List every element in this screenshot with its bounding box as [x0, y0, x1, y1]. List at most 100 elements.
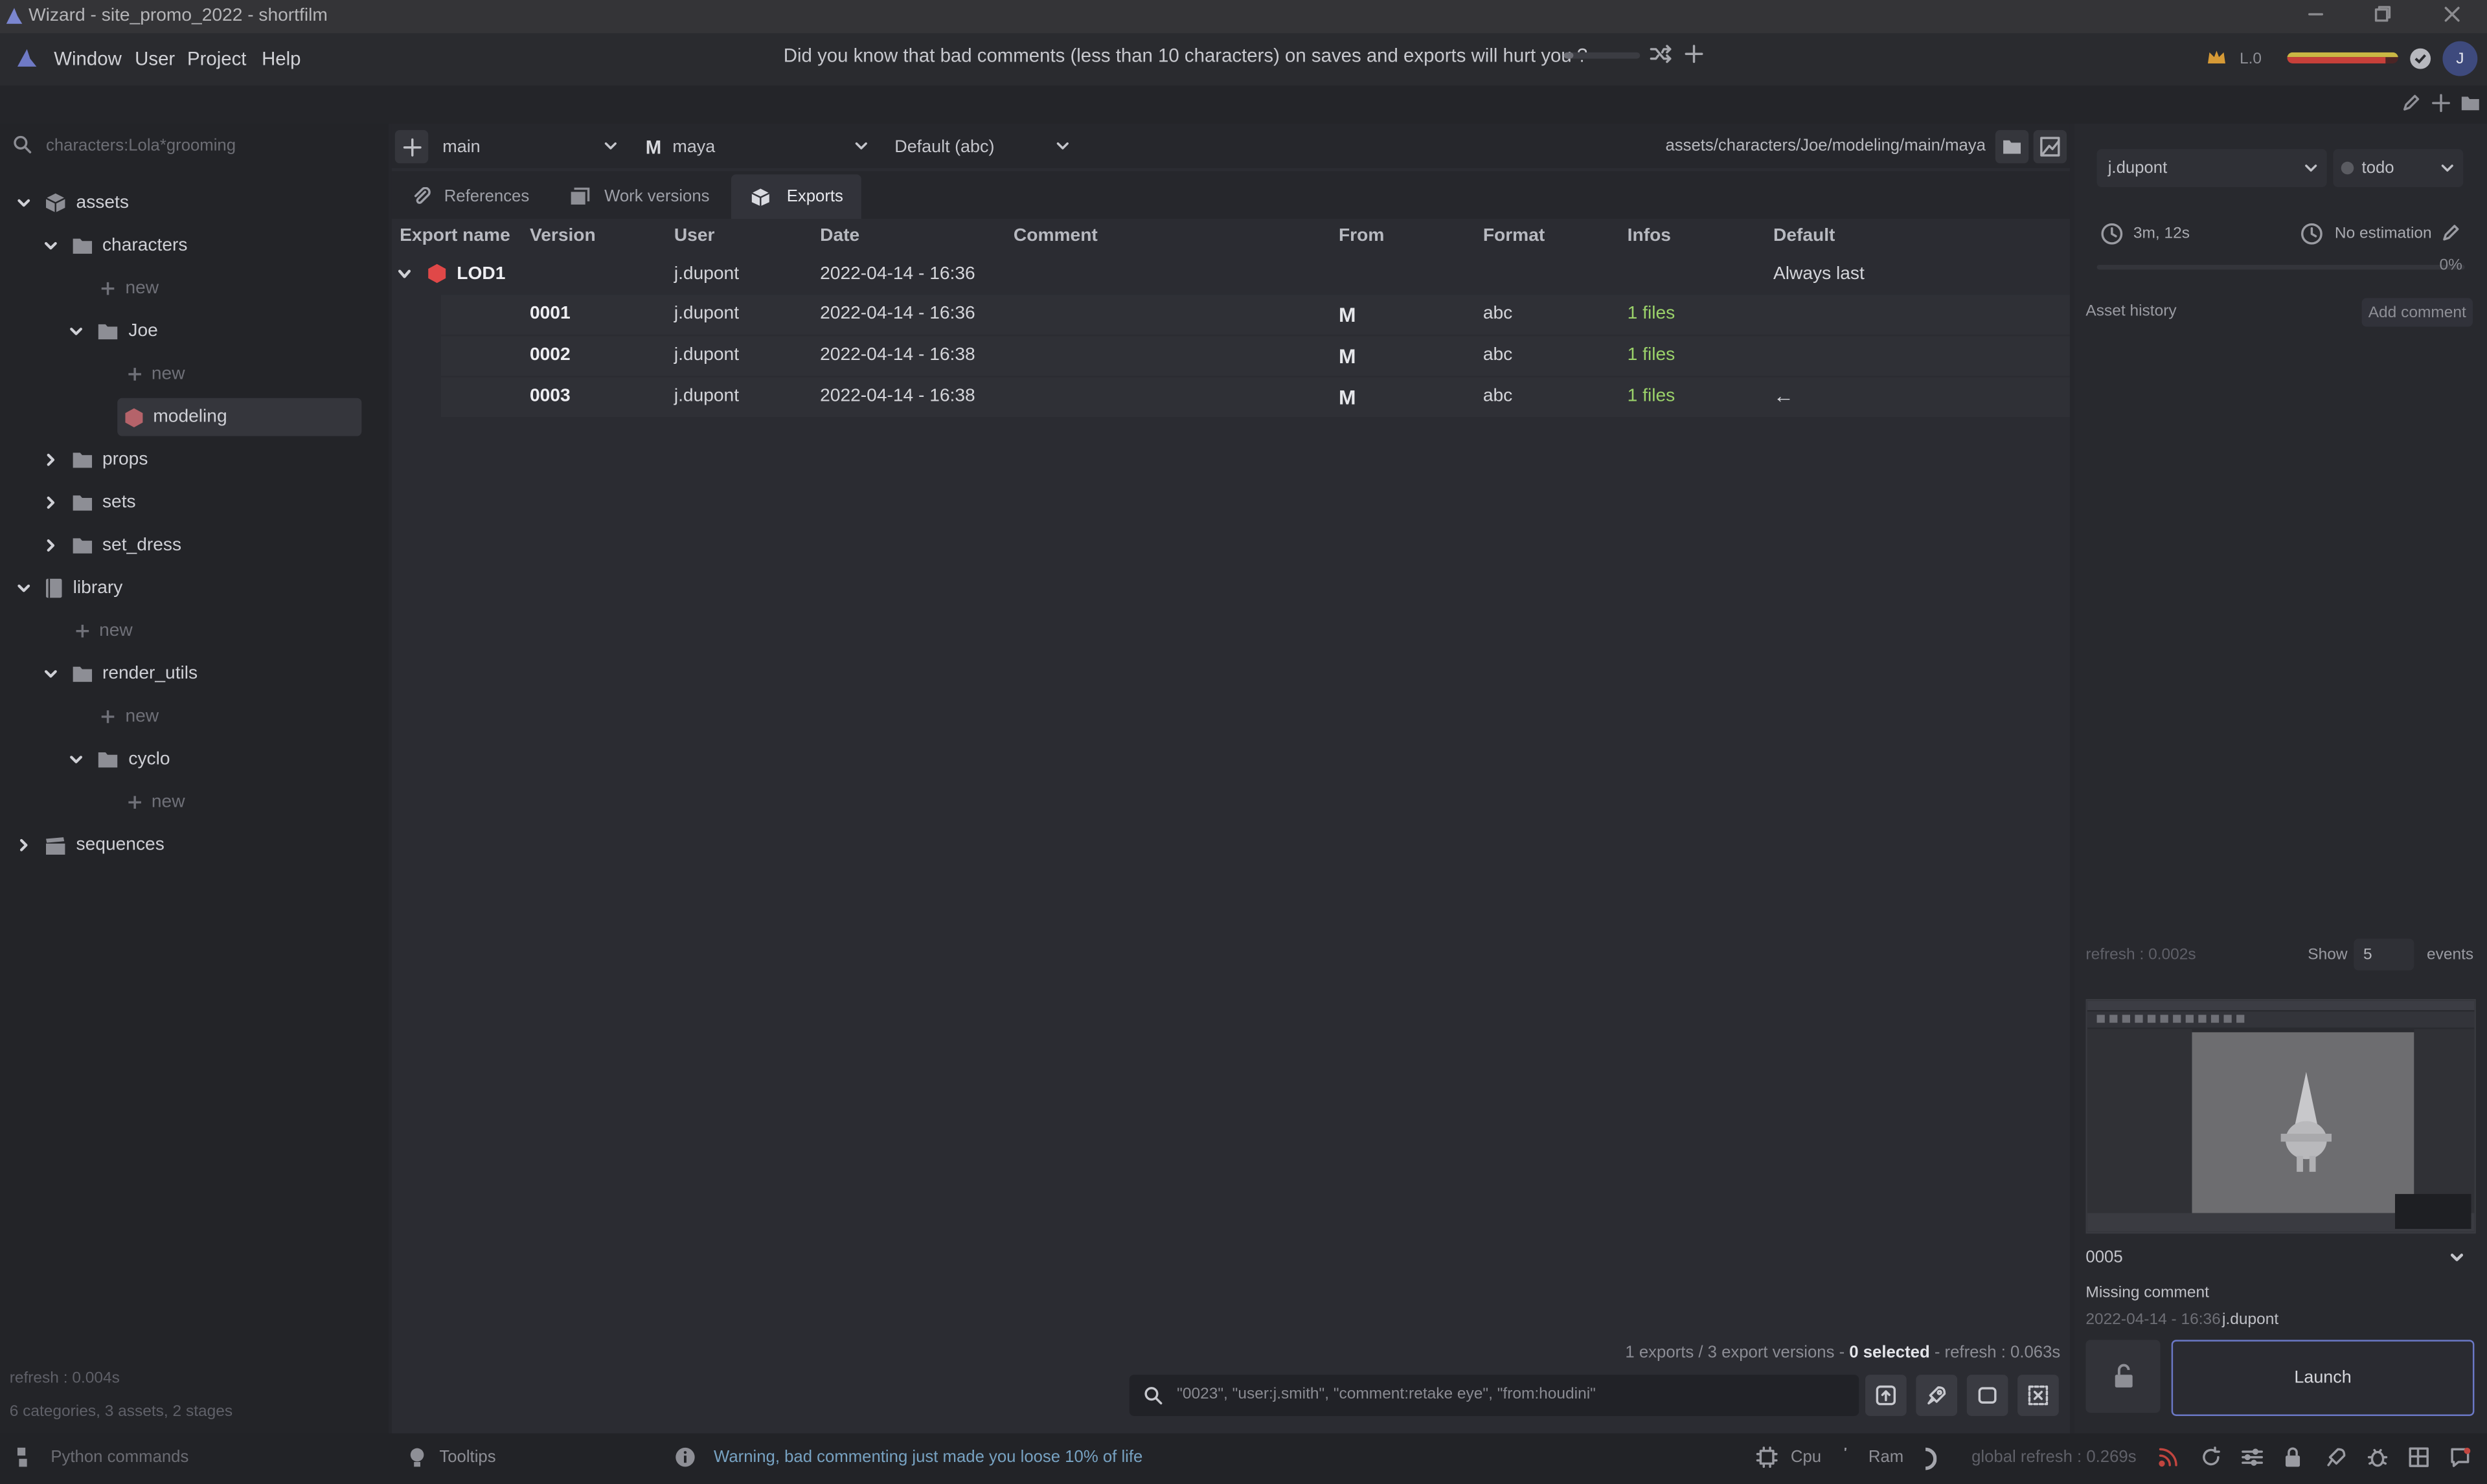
tree-item-sequences[interactable]: sequences: [16, 827, 165, 862]
refresh-icon[interactable]: [2200, 1446, 2222, 1468]
tab-exports-label: Exports: [786, 186, 843, 207]
col-infos[interactable]: Infos: [1628, 227, 1671, 245]
open-folder-button[interactable]: [1995, 129, 2029, 164]
tree-item-Joe[interactable]: Joe: [68, 314, 158, 349]
assigned-user-select[interactable]: j.dupont: [2096, 149, 2327, 187]
tree-new-item[interactable]: new: [100, 699, 159, 734]
export-format-select[interactable]: Default (abc): [894, 133, 1077, 162]
chevron-down-icon[interactable]: [68, 752, 87, 767]
bug-icon[interactable]: [2367, 1446, 2389, 1468]
tooltips-toggle[interactable]: Tooltips: [439, 1448, 495, 1467]
tree-item-assets[interactable]: assets: [16, 186, 129, 221]
col-version[interactable]: Version: [530, 227, 596, 245]
edit-estimation-icon[interactable]: [2441, 223, 2460, 242]
folder-open-icon[interactable]: [2460, 93, 2481, 112]
rss-feed-icon[interactable]: [2157, 1446, 2179, 1468]
export-row-lod1[interactable]: LOD1 j.dupont 2022-04-14 - 16:36 Always …: [392, 257, 2070, 292]
software-select[interactable]: M maya: [646, 133, 876, 162]
infos-cell: 1 files: [1627, 304, 1675, 324]
tree-item-label: assets: [76, 193, 129, 213]
chevron-right-icon[interactable]: [16, 837, 34, 853]
menu-help[interactable]: Help: [262, 47, 301, 69]
chevron-down-icon[interactable]: [42, 666, 61, 682]
tree-item-label: set_dress: [102, 535, 182, 556]
clear-selection-button[interactable]: [2017, 1375, 2059, 1416]
launch-button[interactable]: Launch: [2171, 1340, 2475, 1416]
python-commands-input[interactable]: Python commands: [51, 1448, 188, 1467]
tree-item-cyclo[interactable]: cyclo: [68, 742, 170, 777]
chevron-right-icon[interactable]: [42, 452, 61, 467]
events-count-input[interactable]: 5: [2354, 938, 2414, 971]
col-comment[interactable]: Comment: [1014, 227, 1098, 245]
add-variant-button[interactable]: [394, 129, 429, 164]
box-icon: [750, 186, 771, 207]
tree-new-item[interactable]: new: [74, 614, 133, 649]
tab-references[interactable]: References: [398, 174, 541, 219]
tree-item-props[interactable]: props: [42, 442, 148, 477]
restore-icon[interactable]: [2373, 5, 2392, 23]
thumbnail-version-select[interactable]: 0005: [2085, 1242, 2473, 1274]
table-row[interactable]: 0003 j.dupont 2022-04-14 - 16:38 Mabc 1 file…: [440, 377, 2070, 418]
tree-search-input[interactable]: characters:Lola*grooming: [46, 137, 236, 155]
notifications-icon[interactable]: [2449, 1446, 2471, 1468]
chevron-down-icon[interactable]: [396, 266, 412, 282]
tree-new-item[interactable]: new: [126, 785, 185, 820]
viewer-button[interactable]: [1966, 1375, 2008, 1416]
edit-pencil-icon[interactable]: [2402, 93, 2420, 112]
tree-item-characters[interactable]: characters: [42, 229, 187, 264]
export-default[interactable]: Always last: [1773, 265, 1865, 284]
close-icon[interactable]: [2442, 5, 2461, 23]
col-export-name[interactable]: Export name: [400, 227, 510, 245]
minimize-icon[interactable]: [2306, 5, 2325, 23]
estimation-label: No estimation: [2334, 225, 2432, 243]
version-search-input[interactable]: "0023", "user:j.smith", "comment:retake …: [1129, 1375, 1859, 1416]
image-manager-icon[interactable]: [2033, 129, 2067, 164]
chevron-right-icon[interactable]: [42, 537, 61, 553]
tree-item-render-utils[interactable]: render_utils: [42, 657, 198, 691]
menu-window[interactable]: Window: [54, 47, 122, 69]
add-tip-icon[interactable]: [1683, 43, 1705, 65]
chevron-down-icon[interactable]: [42, 238, 61, 253]
add-comment-button[interactable]: Add comment: [2361, 298, 2473, 327]
tree-item-sets[interactable]: sets: [42, 485, 136, 520]
chevron-down-icon[interactable]: [68, 324, 87, 339]
tree-item-modeling[interactable]: modeling: [95, 399, 227, 434]
tab-work-versions[interactable]: Work versions: [557, 174, 716, 219]
col-user[interactable]: User: [674, 227, 715, 245]
variant-select[interactable]: main: [442, 133, 625, 162]
col-date[interactable]: Date: [820, 227, 859, 245]
col-format[interactable]: Format: [1483, 227, 1545, 245]
tree-item-library[interactable]: library: [16, 571, 122, 606]
tree-item-set-dress[interactable]: set_dress: [42, 528, 181, 563]
menu-project[interactable]: Project: [187, 47, 246, 69]
tab-references-label: References: [444, 186, 530, 207]
version-thumbnail[interactable]: [2085, 998, 2476, 1234]
col-default[interactable]: Default: [1773, 227, 1835, 245]
launch-rocket-button[interactable]: [1916, 1375, 1958, 1416]
upload-export-button[interactable]: [1865, 1375, 1907, 1416]
tree-new-item[interactable]: new: [126, 357, 185, 392]
chevron-down-icon[interactable]: [16, 195, 34, 210]
default-marker-icon[interactable]: ←: [1773, 384, 1794, 408]
user-avatar[interactable]: J: [2442, 41, 2478, 76]
gallery-icon[interactable]: [2408, 1446, 2430, 1468]
tree-new-item[interactable]: new: [100, 271, 159, 306]
chevron-down-icon: [2449, 1250, 2464, 1265]
col-from[interactable]: From: [1339, 227, 1384, 245]
settings-gear-icon[interactable]: [2408, 46, 2433, 71]
table-row[interactable]: 0001 j.dupont 2022-04-14 - 16:36 Mabc 1 file…: [440, 295, 2070, 335]
chevron-down-icon[interactable]: [16, 580, 34, 596]
padlock-icon[interactable]: [2282, 1446, 2303, 1468]
folder-icon: [97, 322, 119, 341]
tab-exports[interactable]: Exports: [731, 174, 861, 219]
settings-sliders-icon[interactable]: [2241, 1446, 2263, 1468]
table-row[interactable]: 0002 j.dupont 2022-04-14 - 16:38 Mabc 1 file…: [440, 336, 2070, 376]
add-icon[interactable]: [2431, 93, 2450, 113]
rocket-icon[interactable]: [2325, 1446, 2347, 1468]
center-toolbar: main M maya Default (abc) assets/charact…: [391, 124, 2070, 168]
menu-user[interactable]: User: [135, 47, 175, 69]
shuffle-icon[interactable]: [1650, 43, 1672, 65]
lock-icon[interactable]: [2085, 1340, 2161, 1413]
state-select[interactable]: todo: [2333, 149, 2464, 187]
chevron-right-icon[interactable]: [42, 495, 61, 510]
